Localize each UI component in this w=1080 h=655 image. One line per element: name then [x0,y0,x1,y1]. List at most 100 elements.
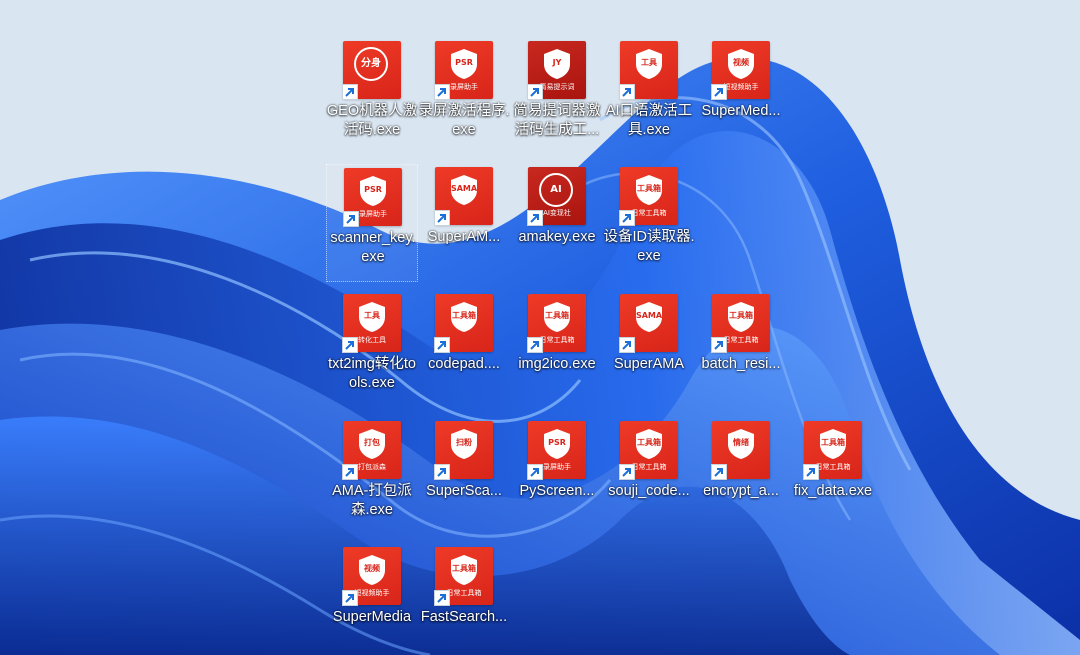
shield-label: SAMA [450,184,478,193]
app-icon: SAMA [434,167,493,226]
app-icon: 视频 短视频助手 [342,547,401,606]
app-icon: 工具箱 日常工具箱 [803,421,862,480]
shortcut-arrow-icon [527,464,543,480]
desktop-shortcut-label: AMA-打包派森.exe [332,483,412,518]
shortcut-arrow-icon [342,84,358,100]
desktop-shortcut[interactable]: 视频 短视频助手 SuperMedia [326,544,418,655]
app-icon: 工具箱 日常工具箱 [619,421,678,480]
desktop-shortcut[interactable]: 分身 GEO机器人激活码.exe [326,38,418,156]
circle-logo-icon: AI [539,173,573,207]
desktop-shortcut-label: amakey.exe [518,229,596,245]
desktop-shortcut-label: txt2img转化tools.exe [328,356,416,391]
app-icon: 工具箱 日常工具箱 [527,294,586,353]
shortcut-arrow-icon [527,84,543,100]
desktop-shortcut-label: batch_resi... [701,356,781,372]
app-icon: AI AI变现社 [527,167,586,226]
desktop-shortcut-label: 录屏激活程序.exe [418,103,510,138]
shield-label: PSR [364,185,382,194]
desktop-shortcut[interactable]: PSR 录屏助手 PyScreen... [511,418,603,536]
desktop-shortcut[interactable]: 工具箱 日常工具箱 souji_code... [603,418,695,536]
app-icon: PSR 录屏助手 [343,168,402,227]
desktop-shortcut[interactable]: PSR 录屏助手 录屏激活程序.exe [418,38,510,156]
shield-label: PSR [548,438,566,447]
circle-logo-icon: 分身 [354,47,388,81]
desktop-shortcut[interactable]: 工具 AI口语激活工具.exe [603,38,695,156]
shortcut-arrow-icon [619,464,635,480]
shortcut-arrow-icon [434,464,450,480]
desktop-shortcut[interactable]: 视频 短视频助手 SuperMed... [695,38,787,156]
shortcut-arrow-icon [619,337,635,353]
desktop-shortcut-label: img2ico.exe [518,356,596,372]
desktop-shortcut-label: SuperMedia [332,609,412,625]
shield-label: 扫粉 [456,438,472,447]
shield-label: 工具箱 [637,438,661,447]
desktop-shortcut[interactable]: 工具箱 日常工具箱 设备ID读取器.exe [603,164,695,282]
desktop-shortcut-label: souji_code... [608,483,690,499]
shield-label: PSR [455,58,473,67]
shortcut-arrow-icon [342,464,358,480]
desktop-shortcut[interactable]: 工具 转化工具 txt2img转化tools.exe [326,291,418,409]
shortcut-arrow-icon [434,590,450,606]
shield-label: 情绪 [733,438,749,447]
desktop-shortcut-label: 设备ID读取器.exe [603,229,695,264]
desktop-shortcut[interactable]: 工具箱 日常工具箱 fix_data.exe [787,418,879,536]
desktop-shortcut-label: FastSearch... [420,609,508,625]
desktop-shortcut[interactable]: 扫粉 SuperSca... [418,418,510,536]
shortcut-arrow-icon [711,84,727,100]
app-icon: 打包 打包派森 [342,421,401,480]
app-icon: 工具箱 日常工具箱 [711,294,770,353]
shield-label: 打包 [364,438,380,447]
shield-label: 工具箱 [821,438,845,447]
desktop-shortcut[interactable]: PSR 录屏助手 scanner_key.exe [326,164,418,282]
shield-label: 工具箱 [452,311,476,320]
app-icon: 工具箱 [434,294,493,353]
desktop-shortcut[interactable]: 工具箱 日常工具箱 img2ico.exe [511,291,603,409]
shield-label: 工具 [364,311,380,320]
app-icon: 情绪 [711,421,770,480]
desktop-shortcut-label: SuperSca... [426,483,502,499]
shortcut-arrow-icon [434,210,450,226]
shield-label: SAMA [635,311,663,320]
shortcut-arrow-icon [527,337,543,353]
app-icon: 视频 短视频助手 [711,41,770,100]
shield-label: 视频 [364,564,380,573]
desktop-shortcut[interactable]: 工具箱 日常工具箱 batch_resi... [695,291,787,409]
app-icon: 工具箱 日常工具箱 [619,167,678,226]
shield-label: 工具箱 [452,564,476,573]
desktop-icon-grid: 分身 GEO机器人激活码.exe PSR 录屏助手 录屏激活程序.exe JY 简易提示词简… [326,38,876,638]
desktop-shortcut-label: SuperAMA [613,356,685,372]
app-icon: JY 简易提示词 [527,41,586,100]
desktop-shortcut[interactable]: 打包 打包派森 AMA-打包派森.exe [326,418,418,536]
desktop-shortcut-label: codepad.... [428,356,500,372]
shortcut-arrow-icon [619,84,635,100]
app-icon: 工具 转化工具 [342,294,401,353]
app-icon: 工具 [619,41,678,100]
app-icon: SAMA [619,294,678,353]
app-icon: 工具箱 日常工具箱 [434,547,493,606]
desktop-shortcut[interactable]: 情绪 encrypt_a... [695,418,787,536]
shortcut-arrow-icon [342,590,358,606]
desktop-shortcut[interactable]: 工具箱 日常工具箱 FastSearch... [418,544,510,655]
desktop-shortcut-label: AI口语激活工具.exe [605,103,693,138]
shield-label: 视频 [733,58,749,67]
shortcut-arrow-icon [342,337,358,353]
desktop-shortcut[interactable]: 工具箱 codepad.... [418,291,510,409]
desktop-shortcut-label: encrypt_a... [703,483,779,499]
desktop-shortcut-label: GEO机器人激活码.exe [326,103,418,138]
desktop-shortcut[interactable]: SAMA SuperAMA [603,291,695,409]
shield-label: 工具箱 [545,311,569,320]
desktop-shortcut[interactable]: JY 简易提示词 简易提词器激活码生成工... [511,38,603,156]
desktop-shortcut[interactable]: SAMA SuperAM... [418,164,510,282]
desktop-shortcut[interactable]: AI AI变现社 amakey.exe [511,164,603,282]
desktop-shortcut-label: 简易提词器激活码生成工... [513,103,601,138]
shortcut-arrow-icon [343,211,359,227]
desktop-shortcut-label: fix_data.exe [793,483,873,499]
shield-label: 工具 [641,58,657,67]
shortcut-arrow-icon [434,84,450,100]
shortcut-arrow-icon [711,464,727,480]
shortcut-arrow-icon [434,337,450,353]
shortcut-arrow-icon [803,464,819,480]
desktop-shortcut-label: SuperMed... [701,103,781,119]
shield-label: JY [552,58,562,67]
shortcut-arrow-icon [527,210,543,226]
